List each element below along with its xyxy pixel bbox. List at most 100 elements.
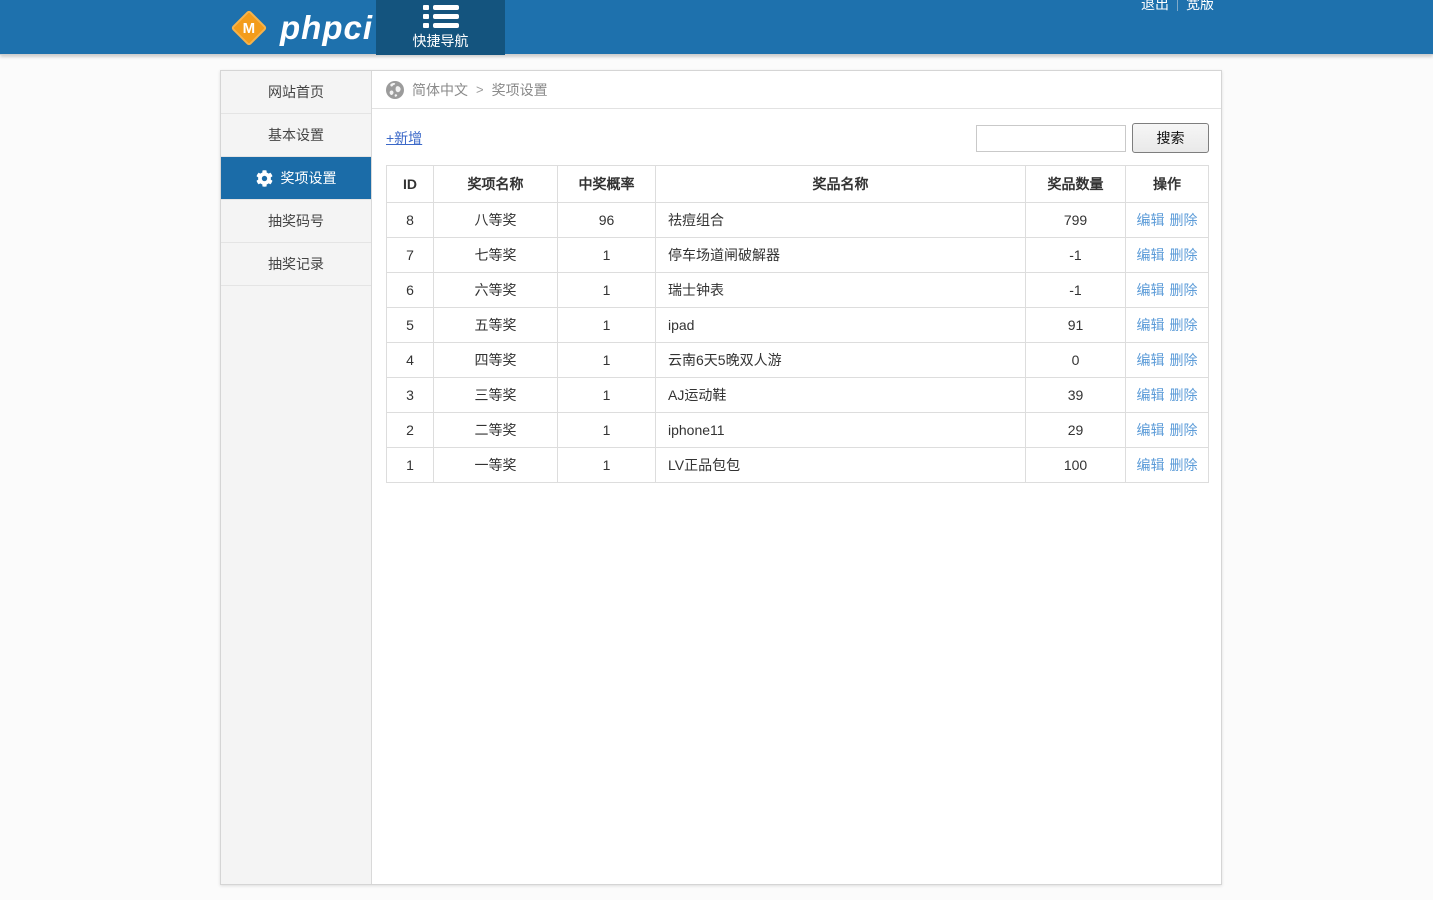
toolbar: +新增 搜索 — [372, 109, 1221, 161]
col-header-probability: 中奖概率 — [558, 166, 656, 203]
edit-link[interactable]: 编辑 — [1137, 282, 1165, 298]
search-button[interactable]: 搜索 — [1132, 123, 1209, 153]
delete-link[interactable]: 删除 — [1170, 212, 1198, 228]
sidebar-item-label: 奖项设置 — [281, 168, 337, 188]
cell-quantity: 799 — [1026, 203, 1126, 238]
header-top-links: 退出 宽版 — [1133, 0, 1222, 14]
cell-actions: 编辑删除 — [1126, 238, 1209, 273]
sidebar-item-lottery-records[interactable]: 抽奖记录 — [221, 243, 371, 286]
cell-probability: 1 — [558, 238, 656, 273]
cell-actions: 编辑删除 — [1126, 273, 1209, 308]
cell-award-name: 三等奖 — [434, 378, 558, 413]
sidebar-item-home[interactable]: 网站首页 — [221, 71, 371, 114]
cell-id: 5 — [387, 308, 434, 343]
col-header-award-name: 奖项名称 — [434, 166, 558, 203]
table-body: 8八等奖96祛痘组合799编辑删除7七等奖1停车场道闸破解器-1编辑删除6六等奖… — [387, 203, 1209, 483]
delete-link[interactable]: 删除 — [1170, 352, 1198, 368]
edit-link[interactable]: 编辑 — [1137, 317, 1165, 333]
cell-quantity: 0 — [1026, 343, 1126, 378]
delete-link[interactable]: 删除 — [1170, 247, 1198, 263]
search-input[interactable] — [976, 125, 1126, 152]
content-area: 简体中文 > 奖项设置 +新增 搜索 ID 奖项名称 中奖概率 奖品名称 — [372, 71, 1221, 884]
cell-probability: 1 — [558, 308, 656, 343]
delete-link[interactable]: 删除 — [1170, 457, 1198, 473]
sidebar-item-prize-settings[interactable]: 奖项设置 — [221, 157, 371, 200]
delete-link[interactable]: 删除 — [1170, 422, 1198, 438]
cell-award-name: 二等奖 — [434, 413, 558, 448]
cell-prize-name: ipad — [656, 308, 1026, 343]
sidebar-item-label: 抽奖记录 — [268, 254, 324, 274]
cell-prize-name: AJ运动鞋 — [656, 378, 1026, 413]
breadcrumb-separator: > — [476, 82, 484, 97]
edit-link[interactable]: 编辑 — [1137, 212, 1165, 228]
breadcrumb-current-page: 奖项设置 — [492, 80, 548, 100]
cell-award-name: 一等奖 — [434, 448, 558, 483]
cell-prize-name: 祛痘组合 — [656, 203, 1026, 238]
cell-actions: 编辑删除 — [1126, 413, 1209, 448]
cell-prize-name: 瑞士钟表 — [656, 273, 1026, 308]
table-row: 7七等奖1停车场道闸破解器-1编辑删除 — [387, 238, 1209, 273]
cell-quantity: -1 — [1026, 238, 1126, 273]
wide-version-link[interactable]: 宽版 — [1178, 0, 1222, 14]
cell-id: 7 — [387, 238, 434, 273]
cell-probability: 96 — [558, 203, 656, 238]
cell-prize-name: 停车场道闸破解器 — [656, 238, 1026, 273]
cell-actions: 编辑删除 — [1126, 343, 1209, 378]
cell-id: 6 — [387, 273, 434, 308]
cell-id: 4 — [387, 343, 434, 378]
logout-link[interactable]: 退出 — [1133, 0, 1177, 14]
cell-actions: 编辑删除 — [1126, 203, 1209, 238]
app-logo[interactable]: M phpci — [228, 0, 373, 55]
cell-prize-name: LV正品包包 — [656, 448, 1026, 483]
globe-icon — [386, 81, 404, 99]
col-header-id: ID — [387, 166, 434, 203]
sidebar-item-basic-settings[interactable]: 基本设置 — [221, 114, 371, 157]
prize-table: ID 奖项名称 中奖概率 奖品名称 奖品数量 操作 8八等奖96祛痘组合799编… — [386, 165, 1209, 483]
table-row: 1一等奖1LV正品包包100编辑删除 — [387, 448, 1209, 483]
list-icon — [423, 5, 459, 28]
cell-probability: 1 — [558, 273, 656, 308]
col-header-actions: 操作 — [1126, 166, 1209, 203]
cell-probability: 1 — [558, 448, 656, 483]
cell-id: 8 — [387, 203, 434, 238]
cell-quantity: 100 — [1026, 448, 1126, 483]
cell-id: 3 — [387, 378, 434, 413]
table-header-row: ID 奖项名称 中奖概率 奖品名称 奖品数量 操作 — [387, 166, 1209, 203]
sidebar-menu: 网站首页基本设置奖项设置抽奖码号抽奖记录 — [221, 71, 372, 884]
cell-prize-name: iphone11 — [656, 413, 1026, 448]
logo-diamond-icon: M — [231, 9, 268, 46]
quick-nav-label: 快捷导航 — [413, 31, 469, 51]
edit-link[interactable]: 编辑 — [1137, 352, 1165, 368]
add-new-link[interactable]: +新增 — [386, 128, 422, 148]
table-row: 8八等奖96祛痘组合799编辑删除 — [387, 203, 1209, 238]
cell-prize-name: 云南6天5晚双人游 — [656, 343, 1026, 378]
cell-probability: 1 — [558, 378, 656, 413]
cell-quantity: -1 — [1026, 273, 1126, 308]
cell-probability: 1 — [558, 413, 656, 448]
cell-award-name: 八等奖 — [434, 203, 558, 238]
sidebar-item-label: 网站首页 — [268, 82, 324, 102]
breadcrumb-language[interactable]: 简体中文 — [412, 80, 468, 100]
logo-text: phpci — [280, 9, 373, 47]
edit-link[interactable]: 编辑 — [1137, 457, 1165, 473]
delete-link[interactable]: 删除 — [1170, 317, 1198, 333]
main-container: 网站首页基本设置奖项设置抽奖码号抽奖记录 简体中文 > 奖项设置 +新增 搜索 — [220, 70, 1222, 885]
logo-badge-letter: M — [243, 19, 256, 36]
edit-link[interactable]: 编辑 — [1137, 247, 1165, 263]
table-row: 3三等奖1AJ运动鞋39 编辑删除 — [387, 378, 1209, 413]
sidebar-item-label: 基本设置 — [268, 125, 324, 145]
top-header: M phpci 快捷导航 退出 宽版 — [0, 0, 1433, 55]
table-row: 4四等奖1云南6天5晚双人游0编辑删除 — [387, 343, 1209, 378]
quick-nav-tab[interactable]: 快捷导航 — [376, 0, 505, 55]
edit-link[interactable]: 编辑 — [1137, 387, 1165, 403]
table-row: 6六等奖1瑞士钟表-1编辑删除 — [387, 273, 1209, 308]
sidebar-item-lottery-codes[interactable]: 抽奖码号 — [221, 200, 371, 243]
cell-id: 1 — [387, 448, 434, 483]
delete-link[interactable]: 删除 — [1170, 387, 1198, 403]
table-row: 2二等奖1iphone1129编辑删除 — [387, 413, 1209, 448]
edit-link[interactable]: 编辑 — [1137, 422, 1165, 438]
breadcrumb: 简体中文 > 奖项设置 — [372, 71, 1221, 109]
delete-link[interactable]: 删除 — [1170, 282, 1198, 298]
cell-quantity: 39 — [1026, 378, 1126, 413]
col-header-quantity: 奖品数量 — [1026, 166, 1126, 203]
